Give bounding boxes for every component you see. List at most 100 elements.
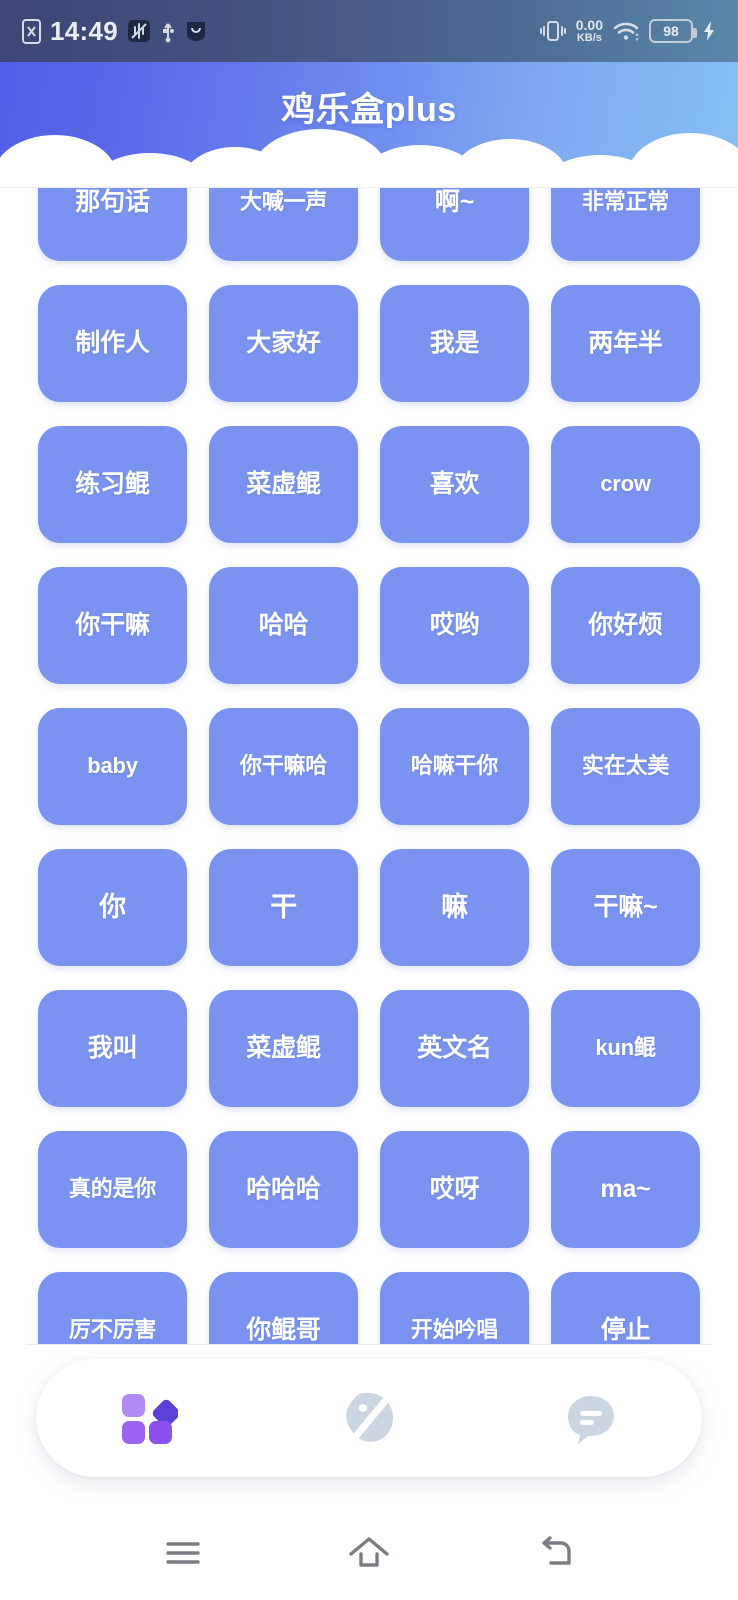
sound-button-label: 实在太美 bbox=[581, 753, 670, 779]
sound-button[interactable]: 嘛 bbox=[380, 849, 529, 966]
sound-button[interactable]: 你好烦 bbox=[551, 567, 700, 684]
sound-button[interactable]: 我是 bbox=[380, 285, 529, 402]
sound-button-label: 哎呀 bbox=[429, 1174, 480, 1203]
sound-button[interactable]: 啊~ bbox=[380, 187, 529, 261]
sound-button[interactable]: ma~ bbox=[551, 1131, 700, 1248]
sound-button-label: 哈嘛干你 bbox=[410, 753, 499, 779]
sound-button[interactable]: 哎哟 bbox=[380, 567, 529, 684]
sound-button[interactable]: 英文名 bbox=[380, 990, 529, 1107]
sound-button-label: 英文名 bbox=[417, 1033, 492, 1062]
sound-button[interactable]: 停止 bbox=[551, 1272, 700, 1345]
sound-button-label: 啊~ bbox=[434, 187, 475, 216]
tab-grid[interactable] bbox=[36, 1359, 258, 1477]
sound-button-label: 制作人 bbox=[75, 328, 150, 357]
sound-button-label: crow bbox=[600, 471, 651, 497]
tab-discover[interactable] bbox=[258, 1359, 480, 1477]
sound-button[interactable]: 我叫 bbox=[38, 990, 187, 1107]
tab-bar-area bbox=[0, 1345, 738, 1505]
sound-button[interactable]: 那句话 bbox=[38, 187, 187, 261]
sound-button[interactable]: kun鲲 bbox=[551, 990, 700, 1107]
status-bar-left: 14:49 bbox=[22, 16, 207, 47]
sound-button-label: 哎哟 bbox=[429, 610, 480, 639]
sound-button-label: 开始吟唱 bbox=[410, 1317, 499, 1343]
sound-button[interactable]: 你 bbox=[38, 849, 187, 966]
sound-button[interactable]: 干嘛~ bbox=[551, 849, 700, 966]
sound-button-label: 非常正常 bbox=[581, 189, 670, 215]
sound-button[interactable]: 真的是你 bbox=[38, 1131, 187, 1248]
sound-board-scroll[interactable]: 那句话 大喊一声 啊~ 非常正常 制作人 大家好 我是 两年半 练习鲲 菜虚鲲 喜欢 crow 你干嘛哈… bbox=[0, 187, 738, 1345]
sound-button-label: 干嘛~ bbox=[593, 892, 658, 921]
sound-button-label: 你干嘛哈 bbox=[239, 753, 328, 779]
sound-button-label: 你干嘛 bbox=[75, 610, 150, 639]
sound-button[interactable]: 制作人 bbox=[38, 285, 187, 402]
sound-button[interactable]: crow bbox=[551, 426, 700, 543]
app-root: 14:49 0.00 KB/s 98 鸡乐盒plus 那句话 大喊一声 啊~ 非… bbox=[0, 0, 738, 1600]
network-speed: 0.00 KB/s bbox=[576, 18, 603, 44]
app-header: 鸡乐盒plus bbox=[0, 62, 738, 187]
sound-button[interactable]: baby bbox=[38, 708, 187, 825]
tab-messages[interactable] bbox=[480, 1359, 702, 1477]
back-button[interactable] bbox=[515, 1523, 595, 1583]
sound-button-label: 哈哈 bbox=[258, 610, 309, 639]
sound-button-label: 我是 bbox=[429, 328, 480, 357]
sound-button-label: 大家好 bbox=[246, 328, 321, 357]
sim-card-off-icon bbox=[22, 18, 41, 44]
sound-button[interactable]: 哈哈 bbox=[209, 567, 358, 684]
sound-button[interactable]: 实在太美 bbox=[551, 708, 700, 825]
sound-button-label: kun鲲 bbox=[595, 1035, 656, 1061]
sound-button[interactable]: 哎呀 bbox=[380, 1131, 529, 1248]
cloud-decoration bbox=[0, 129, 738, 187]
sound-button[interactable]: 喜欢 bbox=[380, 426, 529, 543]
app-notification-icon bbox=[185, 19, 207, 43]
charging-bolt-icon bbox=[702, 19, 716, 43]
sound-button-label: 嘛 bbox=[441, 891, 468, 922]
sound-button[interactable]: 哈嘛干你 bbox=[380, 708, 529, 825]
sound-button[interactable]: 菜虚鲲 bbox=[209, 426, 358, 543]
sound-button-label: 停止 bbox=[600, 1315, 651, 1344]
battery-level: 98 bbox=[663, 23, 679, 39]
menu-recents-icon bbox=[162, 1536, 204, 1570]
sound-button[interactable]: 哈哈哈 bbox=[209, 1131, 358, 1248]
sound-button-label: 你 bbox=[99, 891, 126, 922]
android-navigation-bar bbox=[0, 1505, 738, 1600]
sound-button-label: 菜虚鲲 bbox=[246, 469, 321, 498]
sound-button-label: 你鲲哥 bbox=[246, 1315, 321, 1344]
sound-button-label: 你好烦 bbox=[588, 610, 663, 639]
sound-button[interactable]: 开始吟唱 bbox=[380, 1272, 529, 1345]
sound-button-label: 我叫 bbox=[87, 1033, 138, 1062]
recents-button[interactable] bbox=[143, 1523, 223, 1583]
sound-button-label: 两年半 bbox=[588, 328, 663, 357]
sound-button[interactable]: 大家好 bbox=[209, 285, 358, 402]
network-speed-unit: KB/s bbox=[576, 32, 602, 44]
sound-button[interactable]: 两年半 bbox=[551, 285, 700, 402]
usb-icon bbox=[160, 19, 176, 43]
home-icon bbox=[346, 1534, 392, 1572]
network-speed-value: 0.00 bbox=[575, 17, 603, 33]
sound-button[interactable]: 你鲲哥 bbox=[209, 1272, 358, 1345]
wifi-icon bbox=[612, 19, 640, 43]
sound-button-label: 厉不厉害 bbox=[68, 1317, 157, 1343]
sound-button-label: 干 bbox=[270, 891, 297, 922]
sound-button[interactable]: 你干嘛哈 bbox=[209, 708, 358, 825]
sound-button[interactable]: 菜虚鲲 bbox=[209, 990, 358, 1107]
home-button[interactable] bbox=[329, 1523, 409, 1583]
chat-bubble-icon bbox=[560, 1387, 622, 1449]
sound-button-label: baby bbox=[87, 753, 138, 779]
sound-button[interactable]: 厉不厉害 bbox=[38, 1272, 187, 1345]
status-bar-clock: 14:49 bbox=[50, 15, 118, 46]
sound-button[interactable]: 大喊一声 bbox=[209, 188, 358, 261]
sound-button-label: 大喊一声 bbox=[239, 189, 328, 215]
vibrate-icon bbox=[539, 19, 567, 43]
sound-button[interactable]: 非常正常 bbox=[551, 188, 700, 261]
sound-button[interactable]: 你干嘛 bbox=[38, 567, 187, 684]
sound-button[interactable]: 干 bbox=[209, 849, 358, 966]
planet-discover-icon bbox=[338, 1387, 400, 1449]
sound-button-label: 真的是你 bbox=[68, 1176, 157, 1202]
sound-button-label: 喜欢 bbox=[429, 469, 480, 498]
sound-button-label: 那句话 bbox=[75, 187, 150, 216]
tab-bar bbox=[36, 1359, 702, 1477]
back-arrow-icon bbox=[533, 1535, 577, 1571]
sound-button[interactable]: 练习鲲 bbox=[38, 426, 187, 543]
grid-apps-icon bbox=[116, 1387, 178, 1449]
sound-button-label: 哈哈哈 bbox=[246, 1174, 321, 1203]
